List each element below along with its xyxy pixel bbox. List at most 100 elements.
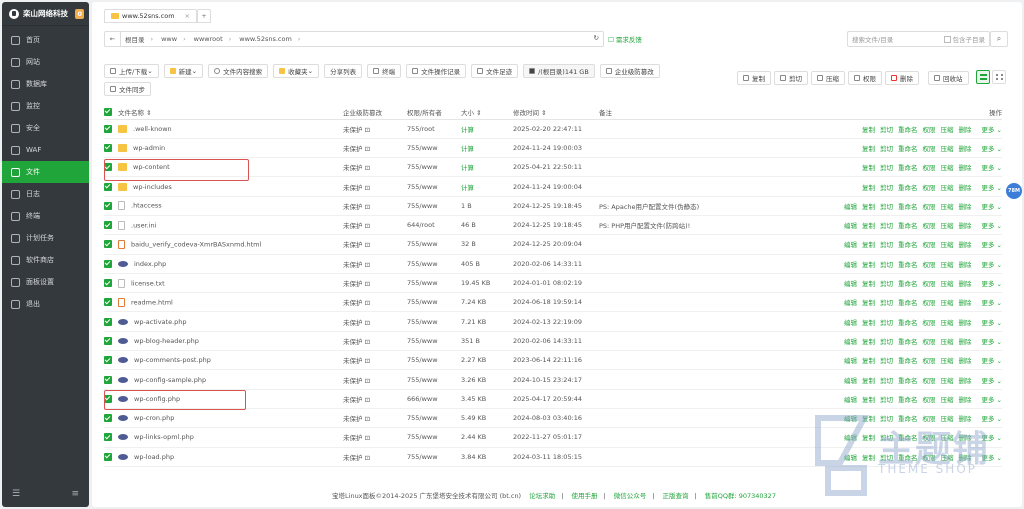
row-edit-link[interactable]: 编辑 [844,280,857,288]
row-copy-link[interactable]: 复制 [862,377,875,385]
row-perm-link[interactable]: 权限 [922,261,935,269]
note-cell[interactable] [599,350,802,371]
row-perm-link[interactable]: 权限 [922,299,935,307]
file-name[interactable]: wp-config-sample.php [134,376,206,384]
perm-cell[interactable]: 755/www [407,350,461,371]
note-cell[interactable] [599,254,802,274]
disk-button[interactable]: /(根目录)141 GB [523,64,595,78]
row-rename-link[interactable]: 重命名 [898,126,918,134]
breadcrumb-item[interactable]: wwwroot › [190,35,236,43]
protect-cell[interactable]: 未保护 ⊡ [343,138,407,159]
row-rename-link[interactable]: 重命名 [898,357,918,365]
note-cell[interactable] [599,408,802,429]
col-size[interactable]: 大小 ⇕ [461,105,513,120]
protect-cell[interactable]: 未保护 ⊡ [343,427,407,448]
row-compress-link[interactable]: 压缩 [940,338,953,346]
row-cut-link[interactable]: 剪切 [880,280,893,288]
row-cut-link[interactable]: 剪切 [880,164,893,172]
collapse-icon[interactable]: ☰ [12,489,20,499]
row-more-link[interactable]: 更多 ⌄ [976,184,1002,192]
row-copy-link[interactable]: 复制 [862,319,875,327]
table-row[interactable]: license.txt 未保护 ⊡ 755/www 19.45 KB 2024-01-0… [104,273,1002,294]
row-checkbox[interactable] [104,221,112,230]
row-compress-link[interactable]: 压缩 [940,280,953,288]
new-button[interactable]: 新建 ⌄ [163,64,204,78]
row-perm-link[interactable]: 权限 [922,203,935,211]
size-cell[interactable]: 计算 [461,176,513,197]
row-more-link[interactable]: 更多 ⌄ [976,357,1002,365]
row-cut-link[interactable]: 剪切 [880,145,893,153]
row-more-link[interactable]: 更多 ⌄ [976,377,1002,385]
row-more-link[interactable]: 更多 ⌄ [976,396,1002,404]
search-icon[interactable]: ⌕ [990,31,1008,47]
row-more-link[interactable]: 更多 ⌄ [976,222,1002,230]
row-rename-link[interactable]: 重命名 [898,241,918,249]
row-perm-link[interactable]: 权限 [922,222,935,230]
row-checkbox[interactable] [104,182,112,191]
note-cell[interactable] [599,389,802,409]
note-cell[interactable] [599,311,802,332]
row-checkbox[interactable] [104,336,112,345]
verify-link[interactable]: 正版查询 [662,492,688,500]
file-name[interactable]: .user.ini [131,221,156,229]
breadcrumb-item[interactable]: www › [157,35,190,43]
perm-cell[interactable]: 755/www [407,138,461,159]
perm-cell[interactable]: 644/root [407,215,461,236]
file-name-cell[interactable]: wp-config-sample.php [118,369,343,390]
list-view-icon[interactable] [976,70,990,84]
footprint-button[interactable]: 文件足迹 [471,64,519,78]
content-search-button[interactable]: 文件内容搜索 [208,64,269,78]
row-checkbox[interactable] [104,414,112,423]
protect-cell[interactable]: 未保护 ⊡ [343,292,407,313]
row-compress-link[interactable]: 压缩 [940,203,953,211]
defense-button[interactable]: 企业级防篡改 [599,64,660,78]
row-perm-link[interactable]: 权限 [922,145,935,153]
file-name-cell[interactable]: wp-activate.php [118,311,343,332]
table-row[interactable]: .user.ini 未保护 ⊡ 644/root 46 B 2024-12-25 19:… [104,215,1002,236]
row-rename-link[interactable]: 重命名 [898,222,918,230]
feedback-link[interactable]: ☐ 需求反馈 [608,34,642,44]
file-name-cell[interactable]: .well-known [118,119,343,139]
row-checkbox[interactable] [104,298,112,307]
file-name[interactable]: wp-includes [133,183,172,191]
row-cut-link[interactable]: 剪切 [880,396,893,404]
row-edit-link[interactable]: 编辑 [844,396,857,404]
row-checkbox[interactable] [104,452,112,461]
qq-group-link[interactable]: 售前QQ群: 907340327 [705,492,776,500]
row-compress-link[interactable]: 压缩 [940,299,953,307]
file-sync-button[interactable]: 文件同步 [104,82,151,96]
sidebar-item-9[interactable]: 计划任务 [2,227,89,249]
note-cell[interactable] [599,234,802,255]
row-checkbox[interactable] [104,240,112,249]
protect-cell[interactable]: 未保护 ⊡ [343,369,407,390]
size-cell[interactable]: 计算 [461,157,513,178]
batch-delete-button[interactable]: 删除 [885,71,919,85]
row-more-link[interactable]: 更多 ⌄ [976,203,1002,211]
breadcrumb-item[interactable]: www.52sns.com › [235,35,304,43]
protect-cell[interactable]: 未保护 ⊡ [343,119,407,139]
row-edit-link[interactable]: 编辑 [844,357,857,365]
row-cut-link[interactable]: 剪切 [880,319,893,327]
close-icon[interactable]: × [185,12,190,20]
row-cut-link[interactable]: 剪切 [880,126,893,134]
protect-cell[interactable]: 未保护 ⊡ [343,176,407,197]
path-bar[interactable]: ← 根目录 › www › wwwroot › www.52sns.com › ↻ [104,31,604,47]
col-name[interactable]: 文件名称 ⇕ [118,105,343,120]
note-cell[interactable] [599,447,802,467]
sidebar-item-5[interactable]: WAF [2,139,89,161]
manual-link[interactable]: 使用手册 [571,492,597,500]
row-cut-link[interactable]: 剪切 [880,203,893,211]
file-name[interactable]: wp-load.php [134,453,174,461]
size-cell[interactable]: 计算 [461,119,513,139]
row-perm-link[interactable]: 权限 [922,241,935,249]
notification-badge[interactable]: 0 [75,8,84,19]
row-checkbox[interactable] [104,279,112,288]
share-list-button[interactable]: 分享列表 [324,64,363,78]
sidebar-item-8[interactable]: 终端 [2,205,89,227]
row-checkbox[interactable] [104,317,112,326]
note-cell[interactable] [599,292,802,313]
perm-cell[interactable]: 755/www [407,447,461,467]
row-copy-link[interactable]: 复制 [862,338,875,346]
file-name-cell[interactable]: wp-comments-post.php [118,350,343,371]
row-copy-link[interactable]: 复制 [862,280,875,288]
